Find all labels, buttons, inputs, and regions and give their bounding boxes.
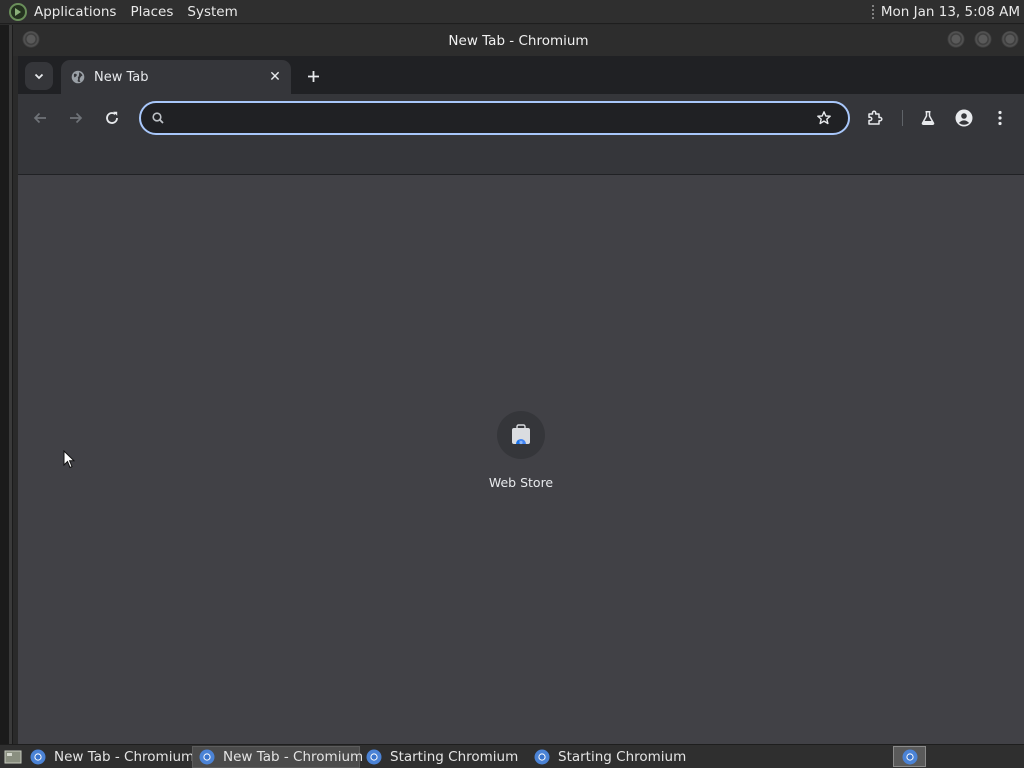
flask-icon <box>921 111 935 125</box>
extensions-puzzle-icon <box>868 110 883 125</box>
bottom-taskbar: New Tab - Chromium New Tab - Chromium St… <box>0 744 1024 768</box>
distro-logo-icon[interactable] <box>9 2 27 21</box>
chevron-down-icon <box>34 73 44 80</box>
maximize-button[interactable] <box>974 31 992 49</box>
tab-search-button[interactable] <box>25 62 53 90</box>
web-store-icon <box>512 424 530 445</box>
tab-close-icon[interactable]: ✕ <box>265 67 285 87</box>
tab-new-tab[interactable]: New Tab ✕ <box>61 60 291 94</box>
new-tab-page: Web Store <box>18 175 1024 744</box>
chromium-icon <box>534 749 550 764</box>
system-menu[interactable]: System <box>180 0 244 24</box>
bookmark-star-button[interactable] <box>810 104 838 132</box>
tab-title: New Tab <box>94 69 149 85</box>
shortcut-web-store[interactable]: Web Store <box>481 411 561 497</box>
show-desktop-icon <box>4 750 22 763</box>
chromium-icon <box>902 749 917 764</box>
new-tab-button[interactable] <box>299 62 327 90</box>
reload-icon <box>106 111 118 124</box>
window-titlebar[interactable]: New Tab - Chromium <box>13 25 1024 56</box>
back-button[interactable] <box>26 104 54 132</box>
tab-strip: New Tab ✕ <box>18 56 1024 94</box>
chromium-icon <box>366 749 382 764</box>
shortcut-tile[interactable] <box>497 411 545 459</box>
toolbar-separator <box>902 110 903 126</box>
extensions-button[interactable] <box>861 104 889 132</box>
plus-icon <box>307 70 319 82</box>
panel-clock[interactable]: Mon Jan 13, 5:08 AM <box>881 4 1024 20</box>
applications-menu[interactable]: Applications <box>27 0 123 24</box>
minimize-button[interactable] <box>947 31 965 49</box>
chromium-icon <box>30 749 46 764</box>
taskbar-item-label: New Tab - Chromium <box>223 748 364 765</box>
profile-avatar-icon <box>955 109 973 127</box>
close-window-button[interactable] <box>1001 31 1019 49</box>
back-arrow-icon <box>33 112 46 124</box>
browser-toolbar <box>18 94 1024 142</box>
globe-icon <box>71 70 85 84</box>
taskbar-item-label: Starting Chromium <box>558 748 687 765</box>
taskbar-item[interactable]: New Tab - Chromium <box>24 746 195 768</box>
taskbar-item-label: New Tab - Chromium <box>54 748 195 765</box>
kebab-menu-icon <box>998 110 1002 126</box>
search-icon <box>152 112 164 124</box>
top-panel: Applications Places System Mon Jan 13, 5… <box>0 0 1024 24</box>
left-desktop-strip <box>0 25 13 744</box>
forward-button[interactable] <box>62 104 90 132</box>
omnibox-input[interactable] <box>165 103 810 133</box>
chromium-window: New Tab - Chromium New Tab ✕ Web Store <box>13 25 1024 744</box>
bookmarks-bar <box>18 142 1024 175</box>
taskbar-item-label: Starting Chromium <box>390 748 519 765</box>
star-icon <box>817 111 831 125</box>
reload-button[interactable] <box>98 104 126 132</box>
places-menu[interactable]: Places <box>123 0 180 24</box>
taskbar-item[interactable]: Starting Chromium <box>528 746 696 768</box>
panel-grip-handle[interactable] <box>870 3 875 20</box>
mouse-cursor-icon <box>63 450 75 469</box>
taskbar-item[interactable]: Starting Chromium <box>360 746 528 768</box>
tray-chromium-button[interactable] <box>893 746 926 767</box>
profile-button[interactable] <box>950 104 978 132</box>
taskbar-item-active[interactable]: New Tab - Chromium <box>192 745 364 768</box>
window-menu-button[interactable] <box>22 31 40 49</box>
labs-button[interactable] <box>914 104 942 132</box>
show-desktop-button[interactable] <box>2 746 24 768</box>
window-title: New Tab - Chromium <box>448 32 589 49</box>
chrome-menu-button[interactable] <box>986 104 1014 132</box>
omnibox[interactable] <box>139 101 850 135</box>
shortcut-label: Web Store <box>488 475 554 490</box>
forward-arrow-icon <box>70 112 83 124</box>
chromium-icon <box>199 749 215 764</box>
